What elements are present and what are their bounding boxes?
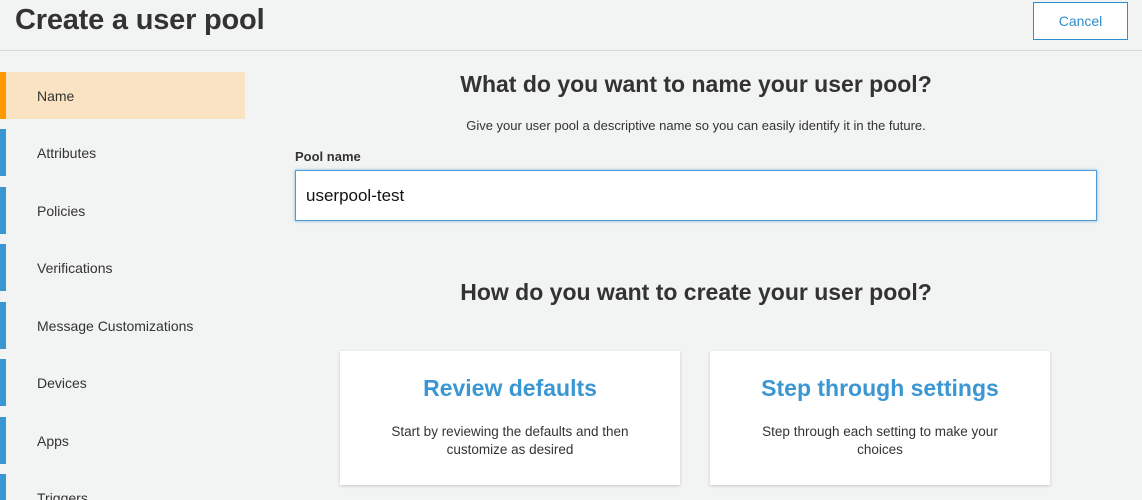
sidebar-item-label: Devices: [37, 374, 87, 391]
name-section-heading: What do you want to name your user pool?: [460, 71, 932, 97]
wizard-steps-sidebar: Name Attributes Policies Verifications M…: [0, 51, 245, 500]
sidebar-item-label: Verifications: [37, 259, 113, 276]
sidebar-item-label: Policies: [37, 202, 86, 219]
sidebar-item-label: Name: [37, 87, 75, 104]
create-section-heading: How do you want to create your user pool…: [460, 279, 932, 305]
pool-name-label: Pool name: [295, 149, 361, 164]
sidebar-item-verifications[interactable]: Verifications: [0, 244, 245, 291]
review-defaults-title: Review defaults: [423, 375, 597, 401]
sidebar-item-name[interactable]: Name: [0, 72, 245, 119]
sidebar-item-devices[interactable]: Devices: [0, 359, 245, 406]
sidebar-item-label: Triggers: [37, 489, 88, 500]
page-header: Create a user pool Cancel: [0, 0, 1142, 51]
name-section-description: Give your user pool a descriptive name s…: [466, 118, 926, 133]
sidebar-item-label: Message Customizations: [37, 317, 194, 334]
review-defaults-description: Start by reviewing the defaults and then…: [391, 424, 629, 457]
sidebar-item-message-customizations[interactable]: Message Customizations: [0, 302, 245, 349]
create-user-pool-page: Create a user pool Cancel Name Attribute…: [0, 0, 1142, 500]
sidebar-item-attributes[interactable]: Attributes: [0, 129, 245, 176]
sidebar-item-label: Attributes: [37, 144, 97, 161]
step-through-settings-card[interactable]: Step through settings Step through each …: [710, 351, 1050, 485]
sidebar-item-apps[interactable]: Apps: [0, 417, 245, 464]
page-title: Create a user pool: [15, 4, 265, 36]
cancel-button[interactable]: Cancel: [1033, 2, 1128, 40]
sidebar-item-policies[interactable]: Policies: [0, 187, 245, 234]
main-content: What do you want to name your user pool?…: [295, 51, 1097, 500]
sidebar-item-label: Apps: [37, 432, 69, 449]
step-through-settings-description: Step through each setting to make your c…: [762, 424, 998, 457]
review-defaults-card[interactable]: Review defaults Start by reviewing the d…: [340, 351, 680, 485]
pool-name-input[interactable]: [295, 170, 1097, 221]
sidebar-item-triggers[interactable]: Triggers: [0, 474, 245, 500]
step-through-settings-title: Step through settings: [761, 375, 999, 401]
